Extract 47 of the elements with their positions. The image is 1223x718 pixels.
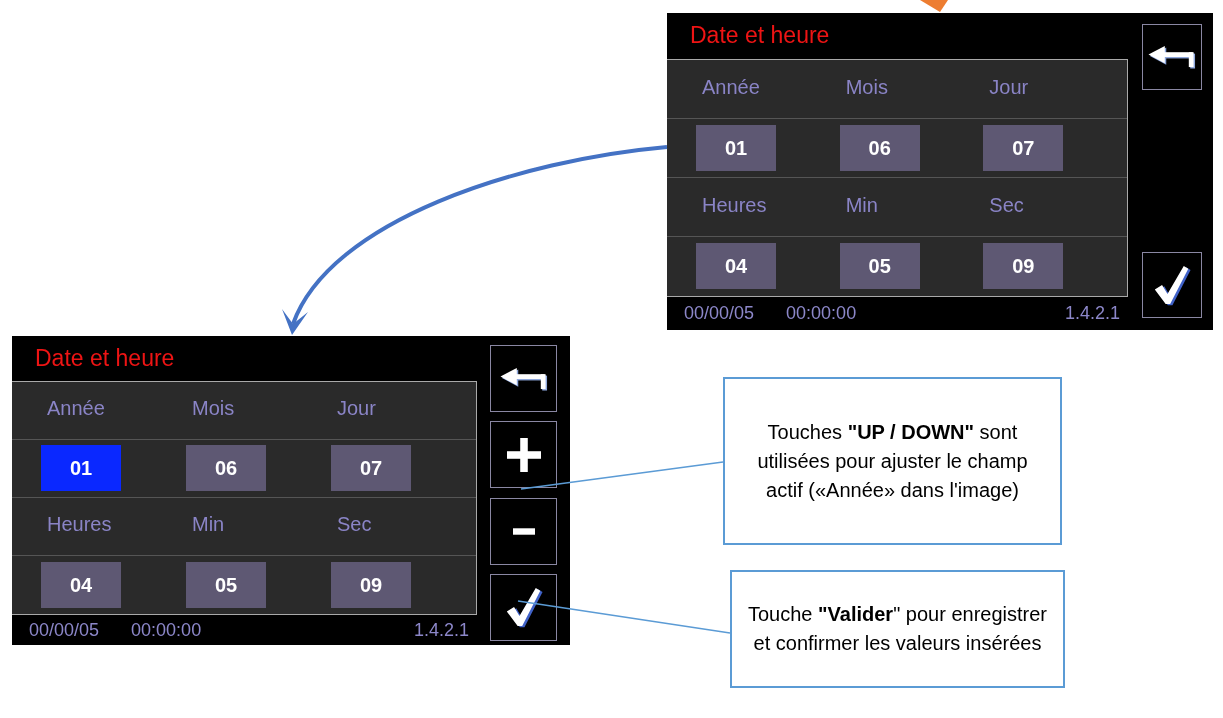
field-label: Min <box>845 193 878 216</box>
value-field[interactable]: 07 <box>983 124 1064 171</box>
plus-button[interactable] <box>490 421 557 489</box>
screen-title: Date et heure <box>690 24 830 48</box>
value-field[interactable]: 05 <box>839 243 920 290</box>
field-label: Jour <box>989 75 1029 98</box>
screen-title: Date et heure <box>35 346 175 370</box>
status-date: 00/00/05 <box>684 304 755 323</box>
value-field[interactable]: 09 <box>983 243 1064 290</box>
confirm-button[interactable] <box>1142 252 1202 318</box>
value-field[interactable]: 04 <box>41 561 121 608</box>
field-label: Année <box>47 397 105 420</box>
field-label: Sec <box>989 193 1024 216</box>
status-date: 00/00/05 <box>29 620 100 639</box>
checkmark-icon <box>504 586 543 629</box>
checkmark-icon <box>1153 264 1191 306</box>
confirm-button[interactable] <box>490 574 557 641</box>
field-label: Mois <box>845 75 888 98</box>
callout-text: Touche "Valider" pour enregistrer et confirmer les valeurs insérées <box>747 602 1048 656</box>
value-field[interactable]: 04 <box>696 243 776 290</box>
field-label: Année <box>702 75 760 98</box>
plus-icon <box>506 437 541 472</box>
version-label: 1.4.2.1 <box>413 620 469 639</box>
field-label: Heures <box>47 513 112 536</box>
value-field[interactable]: 01 <box>41 445 121 492</box>
status-time: 00:00:00 <box>131 620 202 639</box>
version-label: 1.4.2.1 <box>1064 304 1120 323</box>
return-arrow-icon <box>1148 45 1196 69</box>
back-button[interactable] <box>490 345 557 412</box>
value-field[interactable]: 06 <box>186 445 266 492</box>
back-button[interactable] <box>1142 24 1202 90</box>
value-field[interactable]: 09 <box>331 561 411 608</box>
field-label: Sec <box>337 513 372 536</box>
return-arrow-icon <box>499 366 548 391</box>
status-time: 00:00:00 <box>786 304 857 323</box>
value-field[interactable]: 05 <box>186 561 266 608</box>
field-label: Jour <box>337 397 376 420</box>
field-label: Mois <box>192 397 235 420</box>
field-label: Heures <box>702 193 767 216</box>
minus-icon <box>512 527 535 535</box>
field-label: Min <box>192 513 225 536</box>
value-field[interactable]: 07 <box>331 445 411 492</box>
callout-text: Touches "UP / DOWN" sont utilisées pour ajuster le champ actif («Année» dans l'image) <box>756 419 1029 503</box>
arrow-head <box>920 0 948 12</box>
value-field[interactable]: 01 <box>696 124 776 171</box>
value-field[interactable]: 06 <box>839 124 920 171</box>
minus-button[interactable] <box>490 497 557 565</box>
